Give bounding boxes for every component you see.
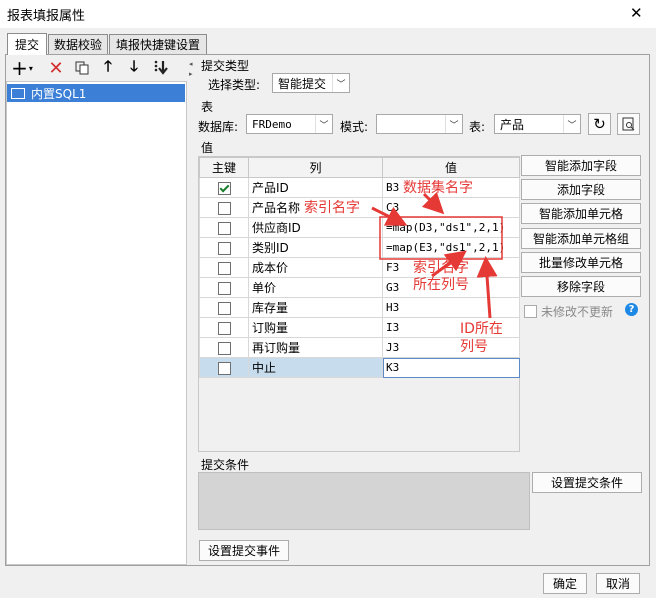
- tab-submit[interactable]: 提交: [7, 33, 47, 55]
- annotation-arrows: [371, 191, 503, 319]
